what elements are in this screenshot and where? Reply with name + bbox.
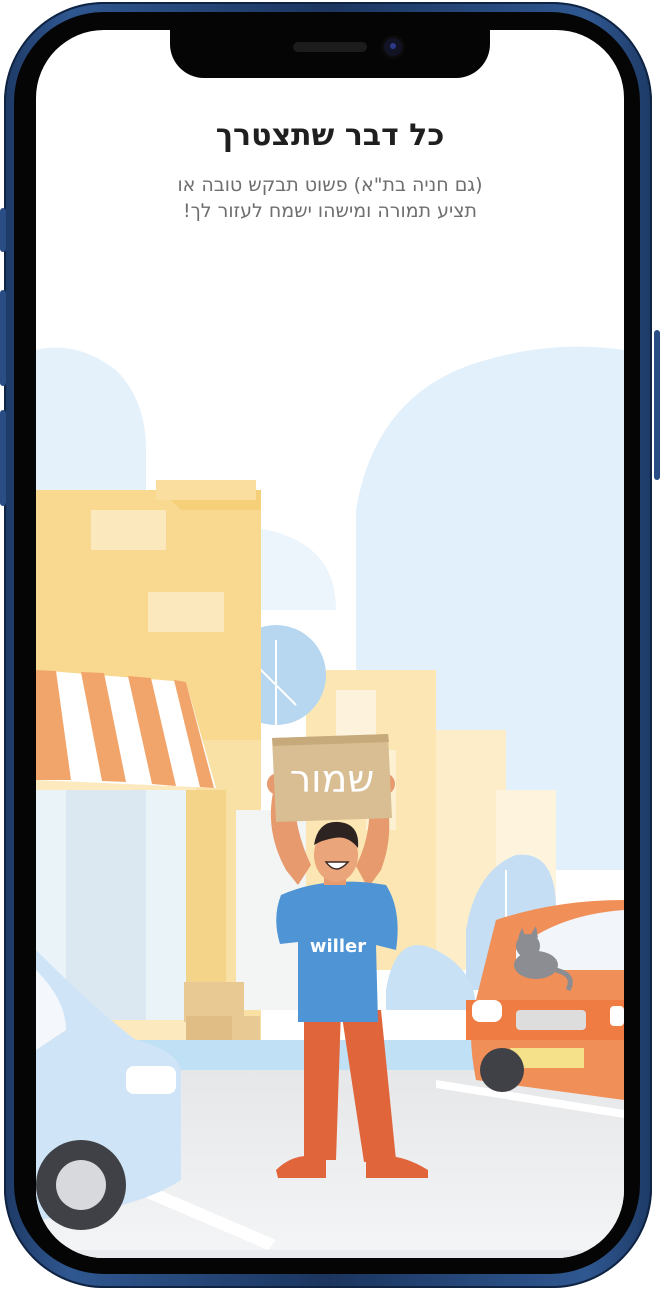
- volume-down-button: [0, 410, 6, 506]
- page-title: כל דבר שתצטרך: [215, 118, 445, 153]
- phone-notch: [170, 30, 490, 78]
- volume-up-button: [0, 290, 6, 386]
- page-subtitle: (גם חניה בת"א) פשוט תבקש טובה או תציע תמ…: [106, 172, 554, 224]
- silent-switch: [0, 208, 6, 252]
- camera-icon: [384, 38, 402, 56]
- power-button: [654, 330, 660, 480]
- shirt-logo-text: willer: [310, 936, 366, 957]
- home-indicator-bar: [36, 1250, 624, 1258]
- subtitle-line-1: (גם חניה בת"א) פשוט תבקש טובה או: [177, 174, 483, 196]
- street-illustration: שמור willer: [36, 310, 624, 1258]
- sign-text: שמור: [290, 757, 375, 801]
- app-screen: כל דבר שתצטרך (גם חניה בת"א) פשוט תבקש ט…: [36, 30, 624, 1258]
- subtitle-line-2: תציע תמורה ומישהו ישמח לעזור לך!: [182, 200, 477, 222]
- street-scene-svg: שמור willer: [36, 346, 624, 1258]
- speaker-icon: [293, 42, 367, 52]
